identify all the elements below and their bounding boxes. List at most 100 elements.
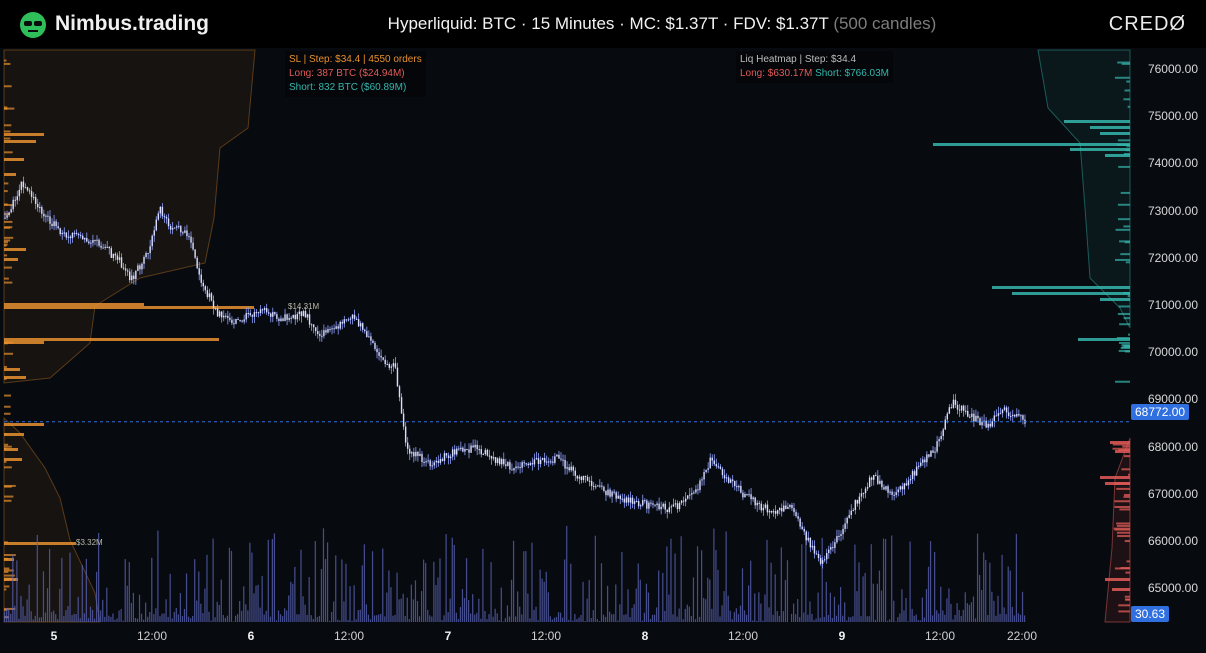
- volume-bar: [929, 541, 932, 622]
- sl-order-bar: [4, 588, 7, 591]
- volume-bar: [510, 579, 513, 622]
- time-axis-label: 6: [247, 629, 255, 643]
- volume-bar: [617, 620, 619, 622]
- candle-body: [490, 456, 493, 459]
- liq-long-bar: [1105, 578, 1130, 581]
- level-tag-bottom: $3.32M: [76, 538, 103, 547]
- volume-bar: [606, 585, 609, 622]
- volume-bar: [844, 602, 846, 622]
- candle-body: [208, 293, 211, 298]
- candle-body: [840, 534, 842, 536]
- volume-bar: [202, 613, 204, 622]
- candle-body: [147, 253, 149, 255]
- volume-bar: [122, 620, 124, 622]
- candle-body: [964, 410, 967, 412]
- candle-body: [310, 324, 313, 326]
- volume-bar: [110, 616, 112, 622]
- sl-order-bar: [4, 190, 8, 193]
- candle-body: [486, 449, 489, 456]
- volume-bar: [14, 605, 16, 622]
- candle-body: [539, 459, 542, 464]
- volume-bar: [386, 592, 388, 622]
- liq-short-bar: [1118, 341, 1130, 344]
- candle-body: [521, 462, 523, 468]
- candle-body: [793, 508, 795, 513]
- liq-long-bar: [1123, 495, 1130, 498]
- candle-body: [231, 319, 233, 324]
- volume-bar: [682, 619, 684, 622]
- candle-body: [200, 274, 202, 283]
- sl-order-bar: [4, 433, 7, 436]
- chart-canvas[interactable]: [0, 48, 1206, 653]
- candle-body: [374, 342, 376, 349]
- candle-body: [406, 442, 409, 449]
- volume-bar: [116, 618, 118, 622]
- volume-bar: [741, 568, 744, 622]
- candle-body: [339, 321, 341, 329]
- volume-bar: [553, 617, 556, 622]
- candle-body: [173, 227, 176, 229]
- liq-short-bar: [1123, 317, 1130, 320]
- volume-bar: [850, 617, 852, 622]
- candle-body: [525, 463, 527, 465]
- candle-body: [801, 526, 803, 529]
- sl-order-bar: [4, 158, 24, 161]
- volume-bar: [705, 599, 707, 622]
- candle-body: [241, 320, 243, 322]
- candle-body: [934, 451, 936, 453]
- candle-body: [644, 500, 646, 502]
- candle-body: [12, 199, 14, 210]
- candle-body: [267, 312, 270, 314]
- sl-order-bar: [4, 577, 13, 580]
- candle-body: [4, 217, 6, 219]
- liq-short-bar: [1114, 76, 1130, 79]
- volume-bar: [102, 599, 104, 622]
- candle-body: [30, 191, 33, 197]
- sl-order-bar: [4, 443, 9, 446]
- candle-body: [503, 459, 505, 465]
- candle-body: [809, 537, 812, 548]
- candle-body: [545, 461, 548, 463]
- candle-body: [288, 318, 290, 320]
- credo-logo: CREDØ: [1108, 13, 1186, 35]
- volume-bar: [686, 604, 688, 622]
- liq-short-bar: [1126, 80, 1130, 83]
- volume-bar: [799, 617, 801, 622]
- sl-order-bar: [4, 85, 12, 88]
- liq-long-bar: [1124, 595, 1130, 598]
- volume-bar: [1005, 614, 1007, 622]
- liq-short-bar: [1126, 145, 1130, 148]
- volume-bar: [629, 617, 631, 622]
- candle-body: [787, 506, 789, 509]
- liq-short-bar: [1116, 337, 1130, 340]
- candle-body: [1011, 414, 1014, 416]
- volume-bar: [95, 571, 98, 622]
- volume-bar: [784, 579, 787, 622]
- sl-order-bar: [4, 133, 44, 136]
- volume-bar: [915, 614, 917, 622]
- volume-bar: [966, 603, 968, 622]
- candle-body: [513, 468, 515, 471]
- volume-bar: [335, 555, 337, 622]
- volume-bar: [748, 585, 750, 622]
- candle-body: [795, 512, 797, 517]
- volume-bar: [909, 541, 911, 622]
- volume-bar: [433, 561, 435, 622]
- volume-bar: [361, 565, 363, 622]
- volume-bar: [34, 615, 36, 622]
- volume-bar: [627, 589, 629, 622]
- price-chart[interactable]: SL | Step: $34.4 | 4550 orders Long: 387…: [0, 48, 1206, 653]
- liq-short-bar: [1118, 165, 1130, 168]
- volume-bar: [600, 563, 603, 622]
- volume-bar: [968, 604, 970, 622]
- liq-short-bar: [1012, 292, 1130, 295]
- volume-bar: [435, 584, 437, 622]
- volume-bar: [427, 609, 429, 622]
- candle-body: [744, 494, 746, 498]
- candle-body: [619, 495, 621, 500]
- volume-bar: [703, 598, 705, 622]
- volume-bar: [20, 595, 22, 622]
- time-axis-label: 12:00: [924, 629, 956, 643]
- candle-body: [423, 461, 425, 463]
- candle-body: [196, 257, 198, 269]
